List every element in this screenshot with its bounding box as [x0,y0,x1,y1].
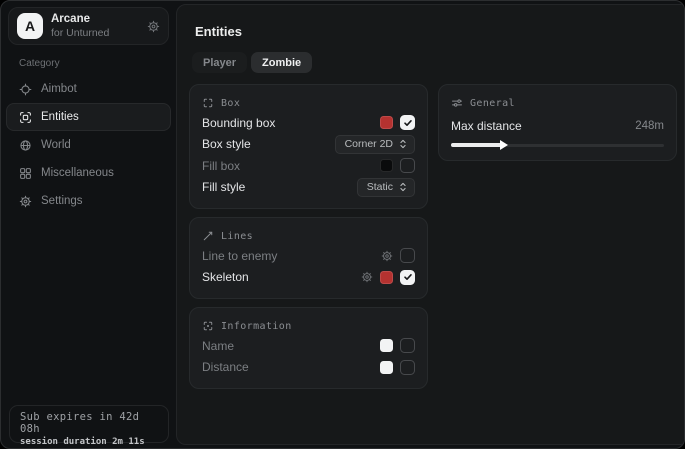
lines-card-header: Lines [202,227,415,245]
general-card-header: General [451,94,664,112]
information-card: Information Name Distance [189,307,428,389]
lines-card: Lines Line to enemy [189,217,428,299]
brand-text: Arcane for Unturned [51,12,139,40]
checkbox-unchecked[interactable] [400,248,415,263]
brand-card: A Arcane for Unturned [8,7,169,45]
setting-label: Line to enemy [202,249,277,263]
sidebar-item-aimbot[interactable]: Aimbot [6,75,171,103]
information-card-header: Information [202,317,415,335]
content-columns: Box Bounding box Box style [189,84,677,389]
color-swatch[interactable] [380,271,393,284]
scan-brackets-icon [202,97,214,109]
tab-player[interactable]: Player [192,52,247,73]
card-title: Lines [221,231,253,242]
crosshair-icon [19,83,32,96]
checkbox-unchecked[interactable] [400,360,415,375]
sidebar-item-label: Aimbot [41,83,77,95]
left-column: Box Bounding box Box style [189,84,428,389]
gear-icon[interactable] [147,20,160,33]
checkbox-unchecked[interactable] [400,338,415,353]
dropdown-value: Static [367,181,393,193]
setting-label: Max distance [451,119,522,133]
sidebar-item-entities[interactable]: Entities [6,103,171,131]
sidebar: A Arcane for Unturned Category A [1,1,176,448]
box-style-dropdown[interactable]: Corner 2D [335,135,415,154]
checkbox-checked[interactable] [400,115,415,130]
setting-label: Box style [202,137,251,151]
category-label: Category [19,58,176,69]
box-card-header: Box [202,94,415,112]
card-title: Information [221,321,292,332]
entities-scan-icon [19,111,32,124]
setting-label: Fill style [202,180,245,194]
fill-style-dropdown[interactable]: Static [357,178,415,197]
setting-row-distance: Distance [202,357,415,379]
sidebar-item-label: World [41,139,71,151]
max-distance-value: 248m [635,120,664,132]
setting-row-name: Name [202,335,415,357]
gear-icon[interactable] [361,271,373,283]
setting-row-max-distance: Max distance 248m [451,115,664,137]
sidebar-item-label: Entities [41,111,79,123]
dropdown-value: Corner 2D [345,138,393,150]
setting-row-fill-style: Fill style Static [202,177,415,199]
setting-row-box-style: Box style Corner 2D [202,134,415,156]
color-swatch[interactable] [380,361,393,374]
color-swatch[interactable] [380,116,393,129]
app-window: A Arcane for Unturned Category A [0,0,685,449]
setting-row-line-to-enemy: Line to enemy [202,245,415,267]
slider-thumb[interactable] [500,140,508,150]
card-title: Box [221,98,240,109]
sidebar-item-label: Miscellaneous [41,167,114,179]
max-distance-slider[interactable] [451,140,664,150]
session-duration-text: session duration 2m 11s [20,437,158,447]
sidebar-nav: Aimbot Entities World [1,75,176,215]
setting-label: Bounding box [202,116,275,130]
setting-label: Skeleton [202,270,249,284]
general-card: General Max distance 248m [438,84,677,161]
chevron-up-down-icon [398,182,408,192]
page-title: Entities [195,24,677,39]
sidebar-item-world[interactable]: World [6,131,171,159]
gear-icon[interactable] [381,250,393,262]
gear-icon [19,195,32,208]
grid-icon [19,167,32,180]
app-subtitle: for Unturned [51,27,139,40]
globe-icon [19,139,32,152]
card-title: General [470,98,515,109]
setting-label: Distance [202,360,249,374]
color-swatch[interactable] [380,339,393,352]
check-icon [403,118,413,128]
color-swatch[interactable] [380,159,393,172]
setting-label: Fill box [202,159,240,173]
check-icon [403,272,413,282]
sidebar-item-settings[interactable]: Settings [6,187,171,215]
sliders-icon [451,97,463,109]
tab-zombie[interactable]: Zombie [251,52,312,73]
checkbox-checked[interactable] [400,270,415,285]
info-scan-icon [202,320,214,332]
right-column: General Max distance 248m [438,84,677,389]
setting-row-bounding-box: Bounding box [202,112,415,134]
tab-bar: Player Zombie [192,52,677,73]
chevron-up-down-icon [398,139,408,149]
diagonal-line-icon [202,230,214,242]
sidebar-item-label: Settings [41,195,83,207]
box-card: Box Bounding box Box style [189,84,428,209]
setting-row-skeleton: Skeleton [202,267,415,289]
checkbox-unchecked[interactable] [400,158,415,173]
setting-label: Name [202,339,234,353]
app-name: Arcane [51,12,139,26]
setting-row-fill-box: Fill box [202,155,415,177]
subscription-status: Sub expires in 42d 08h session duration … [9,405,169,443]
app-logo: A [17,13,43,39]
slider-fill [451,143,502,147]
sidebar-item-miscellaneous[interactable]: Miscellaneous [6,159,171,187]
sub-expiry-text: Sub expires in 42d 08h [20,411,158,435]
main-panel: Entities Player Zombie Box [176,4,685,445]
